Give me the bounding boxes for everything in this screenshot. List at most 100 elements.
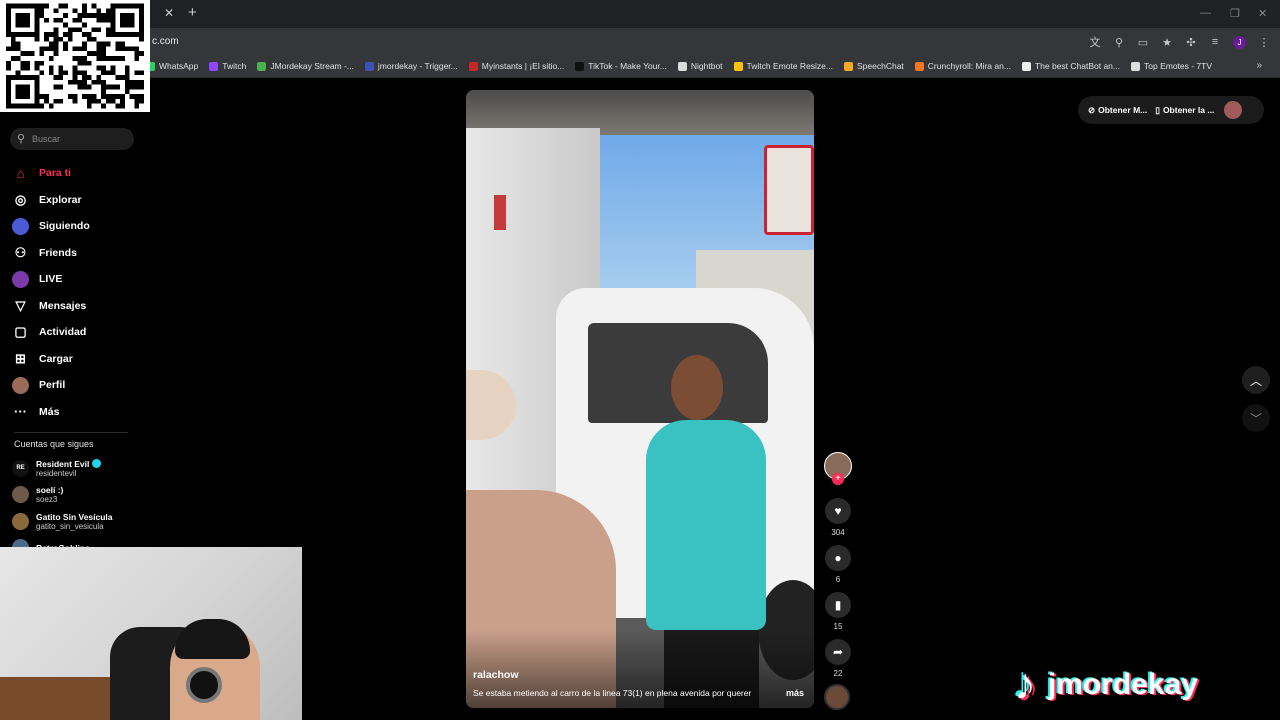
close-window-icon[interactable]: ✕ (1258, 7, 1267, 20)
coin-icon: ⊘ (1088, 104, 1096, 115)
tiktok-logo-icon: ♪ (1014, 660, 1036, 709)
video-billboard (764, 145, 814, 235)
sidebar-item-siguiendo[interactable]: Siguiendo (12, 213, 142, 240)
sidebar-item-cargar[interactable]: ⊞ Cargar (12, 346, 142, 373)
comment-count: 6 (835, 575, 841, 584)
webcam-desk (0, 677, 110, 720)
search-icon: ⚲ (17, 133, 26, 145)
previous-video-button[interactable]: ︿ (1242, 366, 1270, 394)
bookmark-item[interactable]: Top Emotes - 7TV (1131, 61, 1212, 71)
video-username[interactable]: ralachow (473, 669, 519, 681)
sidebar-item-friends[interactable]: ⚇ Friends (12, 240, 142, 267)
bookmark-item[interactable]: Twitch Emote Resize... (733, 61, 833, 71)
search-input[interactable] (32, 131, 128, 147)
bookmark-item[interactable]: jmordekay - Trigger... (364, 61, 458, 71)
home-icon: ⌂ (16, 165, 25, 181)
comment-action[interactable]: ● 6 (825, 545, 851, 584)
bookmark-item[interactable]: Crunchyroll: Mira an... (914, 61, 1011, 71)
like-count: 304 (831, 528, 845, 537)
sidebar-item-actividad[interactable]: ▢ Actividad (12, 319, 142, 346)
following-title: Cuentas que sigues (14, 439, 94, 449)
bookmark-item[interactable]: Myinstants | ¡El sitio... (468, 61, 564, 71)
get-coins-label: Obtener M... (1098, 105, 1148, 115)
caption-more-button[interactable]: más (786, 688, 804, 698)
share-action[interactable]: ➦ 22 (825, 639, 851, 678)
next-video-button[interactable]: ﹀ (1242, 404, 1270, 432)
bookmark-favicon-icon (209, 61, 219, 71)
following-item[interactable]: RE Resident Evil residentevil (12, 455, 142, 482)
sidebar-item-m-s[interactable]: ··· Más (12, 399, 142, 426)
bookmark-item[interactable]: TikTok - Make Your... (575, 61, 667, 71)
sidebar-item-perfil[interactable]: Perfil (12, 372, 142, 399)
profile-avatar[interactable]: J (1233, 35, 1246, 49)
cast-icon[interactable]: ▭ (1137, 36, 1149, 49)
bookmarks-overflow-icon[interactable]: » (1256, 60, 1262, 71)
following-item[interactable]: Gatito Sin Vesícula gatito_sin_vesicula (12, 508, 142, 535)
live-avatar (12, 270, 29, 288)
get-app-button[interactable]: ▯ Obtener la ... (1155, 105, 1214, 116)
bookmark-label: SpeechChat (857, 61, 904, 71)
sidebar-nav: ⌂ Para ti ◎ Explorar Siguiendo ⚇ Friends LIVE ▽ M… (12, 160, 142, 425)
sidebar-item-mensajes[interactable]: ▽ Mensajes (12, 293, 142, 320)
bookmark-label: JMordekay Stream -... (270, 61, 354, 71)
bookmark-item[interactable]: WhatsApp (146, 61, 198, 71)
qr-code-overlay (0, 0, 150, 112)
video-boy-head (671, 355, 723, 420)
following-item[interactable]: soelí :) soez3 (12, 482, 142, 509)
share-icon[interactable]: ➦ (825, 639, 851, 665)
bookmark-label: Twitch (222, 61, 247, 71)
bookmark-icon[interactable]: ▮ (825, 592, 851, 618)
url-text[interactable]: c.com (152, 36, 179, 47)
music-avatar[interactable] (824, 684, 850, 710)
activity-icon: ▢ (14, 324, 27, 340)
get-coins-button[interactable]: ⊘ Obtener M... (1088, 105, 1147, 116)
heart-icon[interactable]: ♥ (825, 498, 851, 524)
bookmark-favicon-icon (677, 61, 687, 71)
bookmark-label: Nightbot (690, 61, 723, 71)
bookmark-item[interactable]: The best ChatBot an... (1021, 61, 1120, 71)
phone-icon: ▯ (1155, 104, 1160, 115)
tab-close-icon[interactable]: ✕ (164, 6, 174, 20)
translate-icon[interactable]: 文 (1089, 34, 1101, 50)
bookmark-label: jmordekay - Trigger... (377, 61, 458, 71)
following-avatar (12, 217, 29, 235)
bookmark-item[interactable]: Twitch (209, 61, 246, 71)
sidebar-item-explorar[interactable]: ◎ Explorar (12, 187, 142, 214)
video-caption: Se estaba metiendo al carro de la linea … (473, 688, 752, 698)
bookmark-item[interactable]: SpeechChat (844, 61, 904, 71)
bookmark-favicon-icon (364, 61, 374, 71)
watermark-name: jmordekay (1048, 668, 1199, 701)
bookmark-item[interactable]: JMordekay Stream -... (257, 61, 354, 71)
comment-icon[interactable]: ● (825, 545, 851, 571)
new-tab-button[interactable]: + (188, 4, 197, 21)
save-action[interactable]: ▮ 15 (825, 592, 851, 631)
video-player[interactable]: ralachow Se estaba metiendo al carro de … (466, 90, 814, 708)
bookmark-label: Twitch Emote Resize... (746, 61, 833, 71)
bookmark-label: Top Emotes - 7TV (1144, 61, 1213, 71)
search-bar[interactable]: ⚲ (10, 128, 134, 150)
sidebar-item-label: Mensajes (39, 299, 87, 312)
user-avatar[interactable] (1224, 101, 1243, 119)
extensions-icon[interactable]: ✣ (1185, 36, 1197, 49)
send-icon: ▽ (15, 297, 26, 313)
save-count: 15 (833, 622, 843, 631)
tab-strip: ✕ + — ❐ ✕ (0, 0, 1280, 28)
top-right-bar: ⊘ Obtener M... ▯ Obtener la ... (1078, 96, 1264, 124)
following-avatar (12, 512, 29, 530)
minimize-icon[interactable]: — (1200, 7, 1211, 19)
bookmark-favicon-icon (733, 61, 743, 71)
sidebar-item-para-ti[interactable]: ⌂ Para ti (12, 160, 142, 187)
browser-menu-icon[interactable]: ⋮ (1258, 36, 1270, 49)
follow-plus-icon[interactable]: + (832, 473, 844, 485)
media-controls-icon[interactable]: ≡ (1209, 36, 1221, 48)
zoom-icon[interactable]: ⚲ (1113, 36, 1125, 49)
bookmark-item[interactable]: Nightbot (677, 61, 723, 71)
bookmark-star-icon[interactable]: ★ (1161, 36, 1173, 49)
address-bar[interactable]: c.com 文 ⚲ ▭ ★ ✣ ≡ J ⋮ (0, 28, 1280, 56)
sidebar-item-label: Más (39, 405, 60, 418)
like-action[interactable]: ♥ 304 (825, 498, 851, 537)
more-icon: ··· (14, 404, 27, 420)
restore-icon[interactable]: ❐ (1230, 7, 1240, 20)
sidebar-item-label: LIVE (39, 273, 63, 286)
sidebar-item-live[interactable]: LIVE (12, 266, 142, 293)
